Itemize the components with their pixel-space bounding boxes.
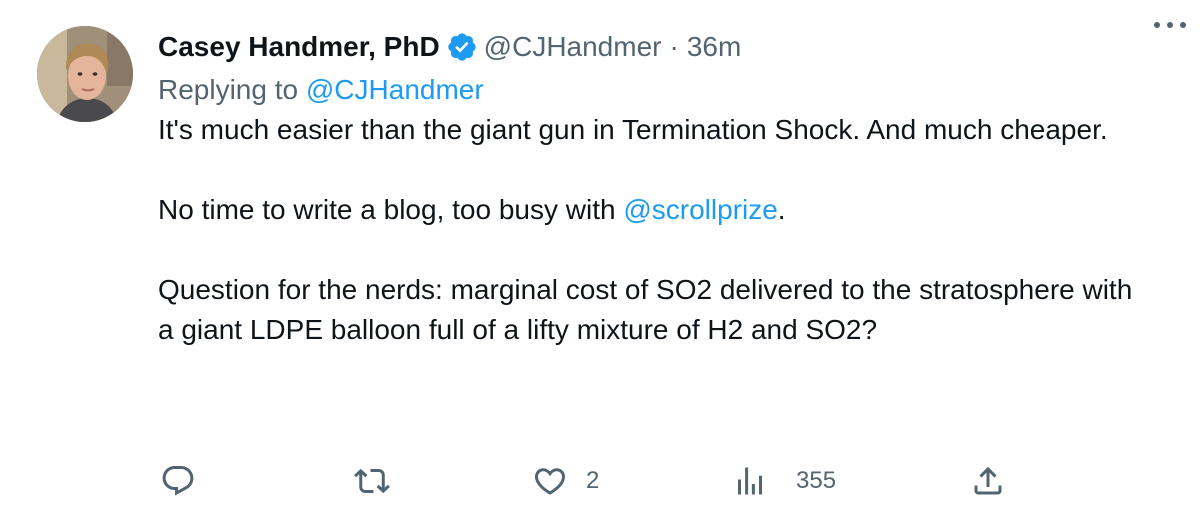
tweet-header: Casey Handmer, PhD @CJHandmer · 36m [158,24,1172,70]
replying-to: Replying to @CJHandmer [158,70,1172,110]
tweet-text: It's much easier than the giant gun in T… [158,110,1148,350]
tweet-paragraph-2-text: No time to write a blog, too busy with [158,194,624,225]
tweet-paragraph-3: Question for the nerds: marginal cost of… [158,274,1133,345]
tweet-paragraph-2: No time to write a blog, too busy with @… [158,190,1148,230]
views-icon [738,467,762,495]
tweet-paragraph-1: It's much easier than the giant gun in T… [158,114,1108,145]
header-separator: · [669,31,679,62]
avatar[interactable] [37,26,133,122]
retweet-icon [354,468,390,494]
author-name[interactable]: Casey Handmer, PhD [158,24,440,70]
tweet-paragraph-2-end: . [777,194,786,225]
reply-icon [162,466,194,496]
heart-icon [534,468,566,495]
replying-prefix: Replying to [158,74,299,105]
tweet-actions: 2 355 [158,459,1018,503]
mention-link[interactable]: @scrollprize [623,194,777,225]
replying-handle-link[interactable]: @CJHandmer [306,74,484,105]
views-count: 355 [796,467,837,494]
verified-badge-icon [446,31,478,63]
author-handle[interactable]: @CJHandmer [484,24,662,70]
like-button[interactable]: 2 [532,459,599,503]
tweet-timestamp[interactable]: 36m [687,24,741,70]
tweet: Casey Handmer, PhD @CJHandmer · 36m Repl… [0,0,1202,522]
avatar-image [37,26,133,122]
share-button[interactable] [970,459,1006,503]
like-count: 2 [586,467,600,494]
reply-button[interactable] [160,459,196,503]
more-options-icon[interactable] [1152,18,1188,30]
tweet-body: Casey Handmer, PhD @CJHandmer · 36m Repl… [158,24,1172,350]
retweet-button[interactable] [354,459,390,503]
share-icon [974,466,1002,495]
views-button[interactable]: 355 [732,459,836,503]
